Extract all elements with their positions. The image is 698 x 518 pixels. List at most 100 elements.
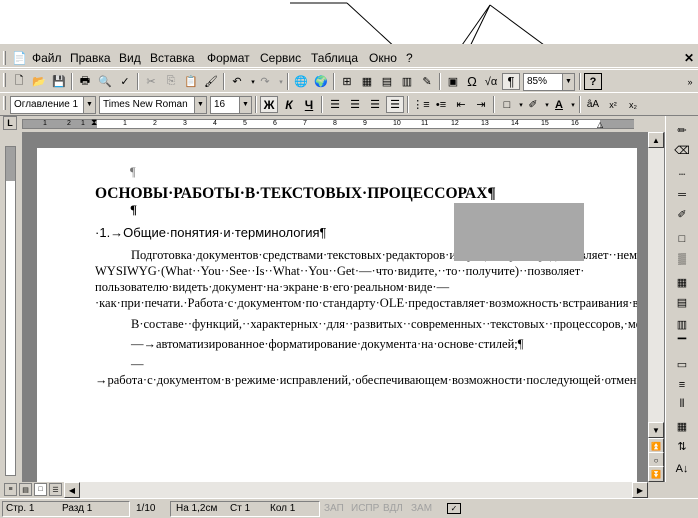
copy-icon[interactable]: ⎘ bbox=[162, 73, 180, 90]
web-toolbar-icon[interactable]: 🌍 bbox=[312, 73, 330, 90]
eraser-icon[interactable]: ⌫ bbox=[673, 142, 691, 159]
normal-view-icon[interactable]: ≡ bbox=[4, 483, 17, 496]
superscript-icon[interactable]: x² bbox=[604, 96, 622, 113]
ruler-strip[interactable]: 1 2 1 1 2 3 4 5 6 7 8 9 10 11 12 13 14 1… bbox=[22, 117, 634, 129]
menu-edit[interactable]: Правка bbox=[70, 51, 111, 65]
subscript-icon[interactable]: x₂ bbox=[624, 96, 642, 113]
help-icon[interactable]: ? bbox=[584, 73, 602, 90]
vertical-scrollbar[interactable]: ▲ ▼ ⏫ ○ ⏬ bbox=[648, 132, 664, 482]
outline-view-icon[interactable]: ☰ bbox=[49, 483, 62, 496]
line-style-icon[interactable]: ┄ bbox=[673, 166, 691, 183]
font-size-select[interactable]: 16 ▼ bbox=[210, 96, 252, 114]
print-icon[interactable]: 🖶 bbox=[76, 73, 94, 90]
save-icon[interactable]: 💾 bbox=[50, 73, 68, 90]
vertical-ruler[interactable] bbox=[0, 132, 22, 482]
align-top-icon[interactable]: ▔ bbox=[673, 336, 691, 353]
sort-az-icon[interactable]: A↓ bbox=[673, 460, 691, 477]
document-map-icon[interactable]: ▣ bbox=[444, 73, 462, 90]
right-indent-marker-icon[interactable]: △ bbox=[597, 120, 603, 129]
scroll-right-icon[interactable]: ▶ bbox=[632, 482, 648, 498]
decrease-indent-icon[interactable]: ⇤ bbox=[452, 96, 470, 113]
scroll-up-icon[interactable]: ▲ bbox=[648, 132, 664, 148]
shading-icon[interactable]: ▒ bbox=[673, 250, 691, 267]
list-item[interactable]: —→автоматизированное·форматирование·доку… bbox=[95, 336, 635, 352]
menu-insert[interactable]: Вставка bbox=[150, 51, 195, 65]
zoom-select[interactable]: 85% ▼ bbox=[523, 73, 575, 91]
underline-button[interactable]: Ч bbox=[300, 96, 318, 113]
list-item[interactable]: —→работа·с·документом·в·режиме·исправлен… bbox=[95, 356, 637, 388]
open-folder-icon[interactable]: 📂 bbox=[30, 73, 48, 90]
document-title[interactable]: ОСНОВЫ·РАБОТЫ·В·ТЕКСТОВЫХ·ПРОЦЕССОРАХ¶ bbox=[95, 186, 635, 202]
bullets-icon[interactable]: •≡ bbox=[432, 96, 450, 113]
document-page[interactable]: ¶ ОСНОВЫ·РАБОТЫ·В·ТЕКСТОВЫХ·ПРОЦЕССОРАХ¶… bbox=[37, 148, 637, 488]
tab-stop-selector-icon[interactable]: L bbox=[3, 116, 17, 130]
status-extend[interactable]: ВДЛ bbox=[383, 503, 403, 514]
status-track-changes[interactable]: ИСПР bbox=[351, 503, 379, 514]
paste-icon[interactable]: 📋 bbox=[182, 73, 200, 90]
align-right-icon[interactable]: ☰ bbox=[366, 96, 384, 113]
status-record[interactable]: ЗАП bbox=[324, 503, 344, 514]
equation-icon[interactable]: √α bbox=[482, 73, 500, 90]
new-document-icon[interactable]: 🗋 bbox=[10, 73, 28, 90]
toolbar-options-icon[interactable]: » bbox=[681, 73, 698, 90]
change-case-icon[interactable]: ȃA bbox=[584, 96, 602, 113]
numbering-icon[interactable]: ⋮≡ bbox=[412, 96, 430, 113]
line-weight-icon[interactable]: ═ bbox=[673, 186, 691, 203]
status-overtype[interactable]: ЗАМ bbox=[411, 503, 432, 514]
split-cells-icon[interactable]: ▥ bbox=[673, 316, 691, 333]
menu-file[interactable]: Файл bbox=[32, 51, 62, 65]
horizontal-scrollbar[interactable]: ◀ ▶ bbox=[64, 482, 648, 498]
spelling-icon[interactable]: ✓ bbox=[116, 73, 134, 90]
increase-indent-icon[interactable]: ⇥ bbox=[472, 96, 490, 113]
document-area[interactable]: ¶ ОСНОВЫ·РАБОТЫ·В·ТЕКСТОВЫХ·ПРОЦЕССОРАХ¶… bbox=[22, 132, 665, 488]
font-select[interactable]: Times New Roman ▼ bbox=[99, 96, 207, 114]
web-layout-view-icon[interactable]: ▤ bbox=[19, 483, 32, 496]
format-painter-icon[interactable]: 🖌 bbox=[202, 73, 220, 90]
columns-icon[interactable]: ▥ bbox=[398, 73, 416, 90]
draw-table-pencil-icon[interactable]: ✏ bbox=[673, 122, 691, 139]
toolbar-grip[interactable] bbox=[3, 96, 6, 110]
italic-button[interactable]: К bbox=[280, 96, 298, 113]
distribute-columns-icon[interactable]: ⦀ bbox=[673, 396, 691, 413]
cut-icon[interactable]: ✂ bbox=[142, 73, 160, 90]
menu-help[interactable]: ? bbox=[406, 51, 413, 65]
drawing-icon[interactable]: ✎ bbox=[418, 73, 436, 90]
close-icon[interactable]: ✕ bbox=[684, 51, 694, 65]
menu-grip[interactable] bbox=[3, 51, 6, 65]
table-autoformat-icon[interactable]: ▦ bbox=[673, 418, 691, 435]
spelling-status-icon[interactable]: ✓ bbox=[447, 503, 461, 514]
indent-marker-icon[interactable]: ⧗ bbox=[91, 117, 97, 128]
style-select[interactable]: Оглавление 1 ▼ bbox=[10, 96, 96, 114]
tables-borders-icon[interactable]: ⊞ bbox=[338, 73, 356, 90]
align-center-icon[interactable]: ☰ bbox=[346, 96, 364, 113]
print-preview-icon[interactable]: 🔍 bbox=[96, 73, 114, 90]
document-body[interactable]: ¶ ОСНОВЫ·РАБОТЫ·В·ТЕКСТОВЫХ·ПРОЦЕССОРАХ¶… bbox=[95, 148, 637, 388]
print-layout-view-icon[interactable]: □ bbox=[34, 483, 47, 496]
menu-window[interactable]: Окно bbox=[369, 51, 397, 65]
menu-table[interactable]: Таблица bbox=[311, 51, 358, 65]
distribute-rows-icon[interactable]: ≡ bbox=[673, 376, 691, 393]
horizontal-ruler[interactable]: L 1 2 1 1 2 3 4 5 6 7 8 9 10 11 12 13 14… bbox=[0, 116, 665, 132]
align-center-vertical-icon[interactable]: ▭ bbox=[673, 356, 691, 373]
show-marks-button[interactable]: ¶ bbox=[502, 73, 520, 90]
border-color-icon[interactable]: ✐ bbox=[673, 206, 691, 223]
bold-button[interactable]: Ж bbox=[260, 96, 278, 113]
scroll-down-icon[interactable]: ▼ bbox=[648, 422, 664, 438]
scroll-left-icon[interactable]: ◀ bbox=[64, 482, 80, 498]
outside-border-icon[interactable]: □ bbox=[673, 230, 691, 247]
omega-symbol-icon[interactable]: Ω bbox=[463, 73, 481, 90]
sort-ascending-icon[interactable]: ⇅ bbox=[673, 438, 691, 455]
paragraph-2[interactable]: В·составе··функций,··характерных··для··р… bbox=[95, 316, 637, 332]
menu-view[interactable]: Вид bbox=[119, 51, 141, 65]
toolbar-grip[interactable] bbox=[3, 73, 6, 87]
insert-table-icon[interactable]: ▦ bbox=[358, 73, 376, 90]
doc-icon[interactable]: 📄 bbox=[12, 51, 27, 65]
hyperlink-icon[interactable]: 🌐 bbox=[292, 73, 310, 90]
merge-cells-icon[interactable]: ▤ bbox=[673, 294, 691, 311]
justify-icon[interactable]: ☰ bbox=[386, 96, 404, 113]
menu-format[interactable]: Формат bbox=[207, 51, 250, 65]
insert-table-icon[interactable]: ▦ bbox=[673, 274, 691, 291]
align-left-icon[interactable]: ☰ bbox=[326, 96, 344, 113]
next-page-icon[interactable]: ⏬ bbox=[648, 466, 664, 482]
insert-excel-icon[interactable]: ▤ bbox=[378, 73, 396, 90]
